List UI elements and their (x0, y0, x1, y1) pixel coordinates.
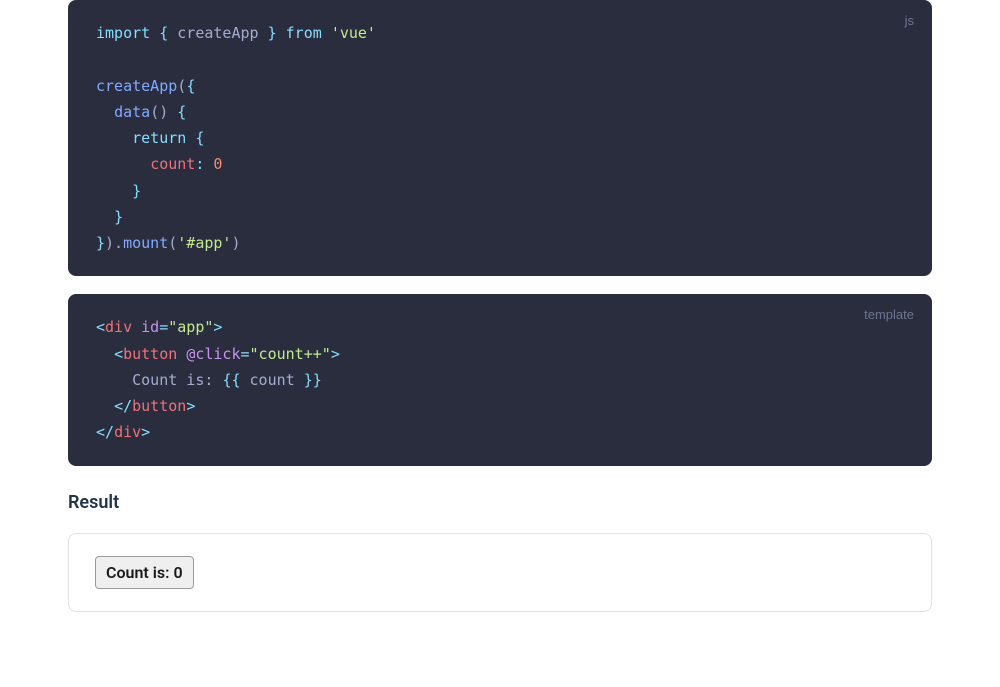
code-language-label: js (905, 10, 914, 33)
code-block-template: template <div id="app"> <button @click="… (68, 294, 932, 465)
code-block-js: js import { createApp } from 'vue' creat… (68, 0, 932, 276)
result-box: Count is: 0 (68, 533, 932, 612)
code-content-js[interactable]: import { createApp } from 'vue' createAp… (96, 20, 904, 256)
count-button[interactable]: Count is: 0 (95, 556, 194, 589)
result-heading: Result (68, 492, 932, 513)
code-content-template[interactable]: <div id="app"> <button @click="count++">… (96, 314, 904, 445)
code-language-label: template (864, 304, 914, 327)
